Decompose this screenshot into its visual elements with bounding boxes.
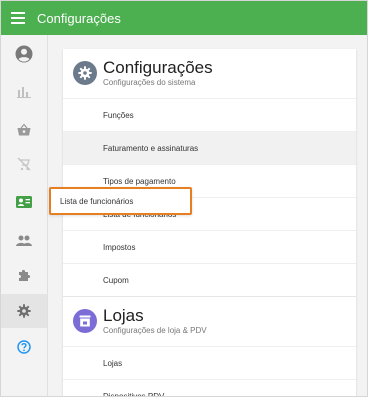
gear-icon <box>78 66 92 80</box>
page-title: Configurações <box>37 10 121 26</box>
sidebar-item-reports[interactable] <box>1 75 47 109</box>
section-header-stores: Lojas Configurações de loja & PDV <box>63 297 356 347</box>
settings-item-pos-devices[interactable]: Dispositivos PDV <box>63 379 356 396</box>
account-circle-icon <box>15 45 33 63</box>
settings-item-coupon[interactable]: Cupom <box>63 263 356 296</box>
sidebar-item-employees[interactable] <box>1 185 47 219</box>
hamburger-menu-icon[interactable] <box>11 12 25 24</box>
sidebar-item-addons[interactable] <box>1 258 47 292</box>
sidebar-item-help[interactable] <box>1 330 47 364</box>
bar-chart-icon <box>17 87 31 98</box>
tooltip-employee-list: Lista de funcionários <box>49 187 192 215</box>
section-icon-settings <box>73 61 97 85</box>
sidebar-item-customers[interactable] <box>1 223 47 257</box>
sidebar-item-purchases[interactable] <box>1 147 47 181</box>
sidebar-item-settings[interactable] <box>1 294 47 328</box>
section-title: Configurações <box>103 58 213 77</box>
puzzle-icon <box>19 269 31 281</box>
settings-item-stores[interactable]: Lojas <box>63 346 356 379</box>
sidebar-item-account[interactable] <box>1 37 47 71</box>
badge-card-icon <box>16 196 32 208</box>
settings-card: Configurações Configurações do sistema F… <box>63 49 356 396</box>
section-icon-stores <box>73 309 97 333</box>
people-icon <box>16 235 32 246</box>
top-app-bar: Configurações <box>1 1 367 35</box>
section-title: Lojas <box>103 306 144 325</box>
section-header-settings: Configurações Configurações do sistema <box>63 49 356 99</box>
cart-off-icon <box>17 157 31 171</box>
store-icon <box>79 315 91 327</box>
sidebar <box>1 35 48 396</box>
sidebar-item-sales[interactable] <box>1 113 47 147</box>
settings-item-taxes[interactable]: Impostos <box>63 230 356 263</box>
shopping-basket-icon <box>17 124 31 136</box>
settings-item-billing[interactable]: Faturamento e assinaturas <box>63 131 356 164</box>
gear-icon <box>17 304 31 318</box>
app-window: Configurações Configurações Configuraçõe… <box>0 0 368 397</box>
settings-item-roles[interactable]: Funções <box>63 98 356 131</box>
section-subtitle: Configurações de loja & PDV <box>103 326 207 335</box>
section-subtitle: Configurações do sistema <box>103 78 196 87</box>
help-circle-icon <box>17 340 31 354</box>
